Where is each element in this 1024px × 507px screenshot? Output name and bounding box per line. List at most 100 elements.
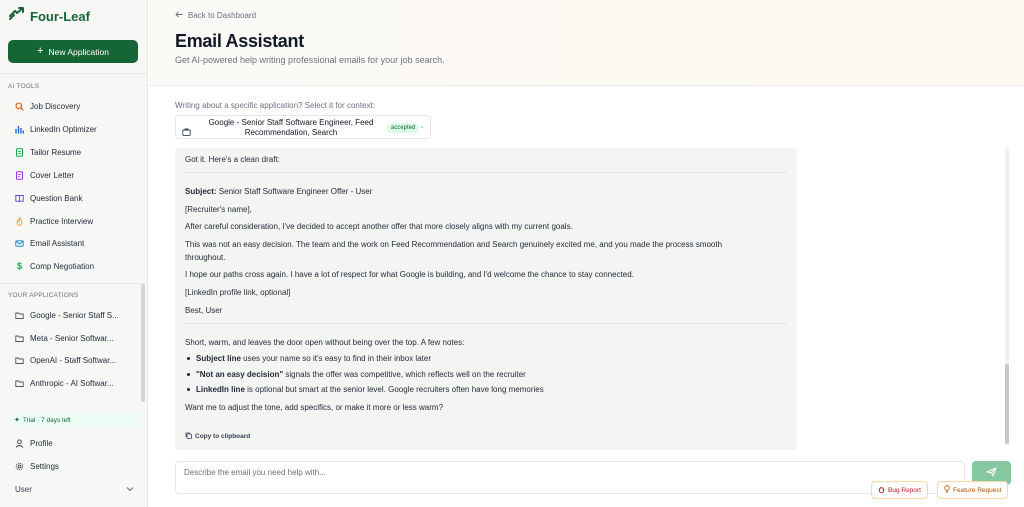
- sidebar-scrollbar[interactable]: [141, 284, 145, 402]
- sidebar-divider: [0, 73, 147, 74]
- sidebar-divider: [0, 283, 147, 284]
- email-subject-line: Subject: Senior Staff Software Engineer …: [185, 187, 372, 196]
- sidebar-item-profile[interactable]: Profile: [8, 434, 140, 452]
- lightbulb-icon: [944, 485, 950, 495]
- scrollbar-thumb[interactable]: [1005, 364, 1009, 444]
- email-paragraph-continued: throughout.: [185, 253, 226, 262]
- back-link-label: Back to Dashboard: [188, 11, 257, 20]
- email-greeting: [Recruiter's name],: [185, 205, 252, 214]
- sidebar-item-cover-letter[interactable]: Cover Letter: [8, 166, 140, 184]
- notes-list: Subject line uses your name so it's easy…: [185, 351, 544, 398]
- application-label: Anthropic - AI Softwar...: [30, 378, 114, 388]
- sidebar-application-item[interactable]: Google - Senior Staff S...: [8, 306, 140, 324]
- sidebar-item-settings[interactable]: Settings: [8, 457, 140, 475]
- bug-icon: [878, 486, 885, 495]
- new-application-label: New Application: [48, 46, 109, 57]
- sidebar-item-label: LinkedIn Optimizer: [30, 124, 97, 134]
- main-scrollbar[interactable]: [1005, 148, 1009, 444]
- folder-icon: [15, 379, 24, 388]
- email-paragraph: This was not an easy decision. The team …: [185, 240, 723, 249]
- sidebar-item-label: Comp Negotiation: [30, 261, 95, 271]
- sidebar-item-label: Cover Letter: [30, 170, 75, 180]
- four-leaf-icon: [9, 7, 24, 25]
- bug-report-button[interactable]: Bug Report: [871, 481, 928, 499]
- copy-to-clipboard-button[interactable]: Copy to clipboard: [185, 432, 250, 441]
- user-menu[interactable]: User: [8, 481, 134, 497]
- sidebar-item-linkedin-optimizer[interactable]: LinkedIn Optimizer: [8, 120, 140, 138]
- trial-text: Trial · 7 days left: [22, 416, 71, 424]
- feature-request-label: Feature Request: [953, 486, 1002, 494]
- application-label: Google - Senior Staff S...: [30, 310, 119, 320]
- email-signoff: Best, User: [185, 306, 223, 315]
- sidebar-item-practice-interview[interactable]: Practice Interview: [8, 212, 140, 230]
- application-context-select[interactable]: Google - Senior Staff Software Engineer,…: [175, 115, 431, 139]
- bug-report-label: Bug Report: [888, 486, 921, 494]
- list-item: Subject line uses your name so it's easy…: [185, 351, 544, 367]
- sidebar-application-item[interactable]: Anthropic - AI Softwar...: [8, 374, 140, 392]
- bullet: [187, 388, 190, 392]
- sidebar-item-label: Question Bank: [30, 193, 83, 203]
- your-applications-heading: YOUR APPLICATIONS: [8, 292, 79, 299]
- email-linkedin-line: [LinkedIn profile link, optional]: [185, 288, 291, 297]
- sidebar-item-job-discovery[interactable]: Job Discovery: [8, 97, 140, 115]
- context-label: Writing about a specific application? Se…: [175, 101, 375, 110]
- sidebar: Four-Leaf + New Application AI TOOLS Job…: [0, 0, 148, 507]
- sidebar-item-label: Email Assistant: [30, 238, 85, 248]
- search-icon: [15, 101, 24, 111]
- plus-icon: +: [37, 45, 44, 57]
- brand-name: Four-Leaf: [30, 8, 90, 24]
- copy-label: Copy to clipboard: [195, 433, 251, 440]
- arrow-left-icon: [175, 11, 183, 20]
- flame-icon: [15, 216, 24, 226]
- gear-icon: [15, 462, 24, 471]
- message-divider: [185, 172, 787, 173]
- ai-tools-heading: AI TOOLS: [8, 83, 40, 90]
- mail-icon: [15, 239, 24, 248]
- subject-label: Subject:: [185, 187, 217, 196]
- assistant-message: Got it. Here's a clean draft: Subject: S…: [175, 148, 797, 450]
- copy-icon: [185, 432, 192, 441]
- book-icon: [15, 194, 24, 203]
- folder-icon: [15, 334, 24, 343]
- sidebar-item-label: Job Discovery: [30, 101, 81, 111]
- email-prompt-input[interactable]: Describe the email you need help with...: [175, 461, 965, 494]
- sidebar-item-comp-negotiation[interactable]: $ Comp Negotiation: [8, 257, 140, 275]
- note-text: uses your name so it's easy to find in t…: [243, 354, 431, 364]
- folder-icon: [15, 356, 24, 365]
- bullet: [187, 357, 190, 361]
- message-closing: Want me to adjust the tone, add specific…: [185, 403, 444, 412]
- email-paragraph: After careful consideration, I've decide…: [185, 222, 573, 231]
- briefcase-icon: [182, 123, 191, 141]
- bullet: [187, 372, 190, 376]
- status-badge: accepted: [387, 123, 420, 133]
- note-text: signals the offer was competitive, which…: [285, 369, 526, 379]
- new-application-button[interactable]: + New Application: [8, 40, 138, 63]
- dollar-icon: $: [16, 261, 22, 271]
- send-icon: [986, 464, 997, 482]
- user-icon: [15, 438, 24, 448]
- email-subject: Senior Staff Software Engineer Offer - U…: [218, 187, 373, 196]
- note-bold: LinkedIn line: [196, 385, 245, 395]
- sparkle-icon: ✦: [14, 417, 20, 424]
- sidebar-item-question-bank[interactable]: Question Bank: [8, 189, 140, 207]
- user-name: User: [15, 484, 32, 494]
- page-subtitle: Get AI-powered help writing professional…: [175, 55, 445, 65]
- feature-request-button[interactable]: Feature Request: [937, 481, 1009, 499]
- list-item: "Not an easy decision" signals the offer…: [185, 367, 544, 383]
- sidebar-application-item[interactable]: OpenAI - Staff Softwar...: [8, 351, 140, 369]
- input-placeholder: Describe the email you need help with...: [184, 468, 326, 477]
- file-text-icon: [15, 170, 24, 180]
- back-to-dashboard-link[interactable]: Back to Dashboard: [175, 11, 256, 20]
- message-divider: [185, 323, 787, 324]
- brand-logo[interactable]: Four-Leaf: [9, 7, 90, 25]
- message-intro: Got it. Here's a clean draft:: [185, 155, 280, 164]
- note-bold: Subject line: [196, 354, 241, 364]
- chevron-down-icon: [126, 485, 134, 494]
- sidebar-application-item[interactable]: Meta - Senior Softwar...: [8, 329, 140, 347]
- sidebar-item-label: Practice Interview: [30, 216, 94, 226]
- sidebar-item-email-assistant[interactable]: Email Assistant: [8, 234, 140, 252]
- sidebar-item-tailor-resume[interactable]: Tailor Resume: [8, 143, 140, 161]
- application-label: Meta - Senior Softwar...: [30, 333, 114, 343]
- sidebar-item-label: Profile: [30, 438, 53, 448]
- email-paragraph: I hope our paths cross again. I have a l…: [185, 270, 634, 279]
